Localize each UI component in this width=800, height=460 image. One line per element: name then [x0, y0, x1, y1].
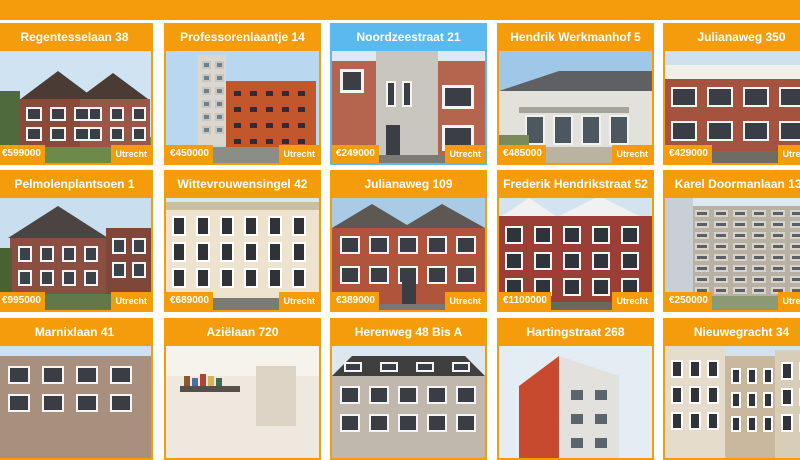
listing-card[interactable]: Hartingstraat 268 [497, 318, 654, 460]
listing-price: €450000 [166, 145, 213, 163]
listing-card[interactable]: Pelmolenplantsoen 1 €995000 Utrecht [0, 170, 153, 312]
listing-card[interactable]: Wittevrouwensingel 42 €689000 Utrecht [164, 170, 321, 312]
listing-photo: €995000 Utrecht [0, 198, 151, 310]
listing-city: Utrecht [279, 292, 319, 310]
listing-card[interactable]: Karel Doormanlaan 130 €250000 Utrecht [663, 170, 800, 312]
listing-address: Aziëlaan 720 [206, 325, 279, 339]
listing-address: Noordzeestraat 21 [356, 30, 461, 44]
listing-address: Professorenlaantje 14 [180, 30, 305, 44]
listing-photo: €599000 Utrecht [0, 51, 151, 163]
listing-city: Utrecht [445, 292, 485, 310]
listing-photo [0, 346, 151, 458]
listing-address: Frederik Hendrikstraat 52 [503, 177, 648, 191]
house-photo-image [166, 346, 319, 458]
listing-address: Julianaweg 109 [364, 177, 453, 191]
house-photo-image [332, 346, 485, 458]
listing-city: Utrecht [612, 292, 652, 310]
listing-card[interactable]: Noordzeestraat 21 €249000 Utrecht [330, 23, 487, 165]
listing-price: €1100000 [499, 292, 551, 310]
listing-photo: €485000 Utrecht [499, 51, 652, 163]
house-photo-image [499, 346, 652, 458]
listing-address: Karel Doormanlaan 130 [674, 177, 800, 191]
listing-address: Marnixlaan 41 [34, 325, 115, 339]
listing-city: Utrecht [612, 145, 652, 163]
listing-card[interactable]: Frederik Hendrikstraat 52 €1100000 Utrech… [497, 170, 654, 312]
listing-price: €249000 [332, 145, 379, 163]
listing-photo: €250000 Utrecht [665, 198, 800, 310]
listing-card[interactable]: Julianaweg 109 €389000 Utrecht [330, 170, 487, 312]
listing-card[interactable]: Professorenlaantje 14 €450000 Utrecht [164, 23, 321, 165]
listing-price: €599000 [0, 145, 45, 163]
listing-photo [332, 346, 485, 458]
listing-card[interactable]: Hendrik Werkmanhof 5 €485000 Utrecht [497, 23, 654, 165]
listing-address: Hartingstraat 268 [526, 325, 625, 339]
listing-city: Utrecht [111, 292, 151, 310]
listing-address: Wittevrouwensingel 42 [177, 177, 308, 191]
listing-city: Utrecht [279, 145, 319, 163]
listing-photo: €450000 Utrecht [166, 51, 319, 163]
listing-photo [166, 346, 319, 458]
listing-card[interactable]: Julianaweg 350 €429000 Utrecht [663, 23, 800, 165]
listing-photo: €429000 Utrecht [665, 51, 800, 163]
listing-photo [499, 346, 652, 458]
listing-photo: €249000 Utrecht [332, 51, 485, 163]
house-photo-image [0, 346, 151, 458]
listing-card[interactable]: Herenweg 48 Bis A [330, 318, 487, 460]
listing-price: €250000 [665, 292, 712, 310]
listing-photo: €389000 Utrecht [332, 198, 485, 310]
listing-price: €429000 [665, 145, 712, 163]
listing-address: Pelmolenplantsoen 1 [14, 177, 135, 191]
listing-photo: €1100000 Utrecht [499, 198, 652, 310]
listing-card[interactable]: Nieuwegracht 34 [663, 318, 800, 460]
listing-grid: Regentesselaan 38 €599000 Utrecht Professo… [0, 0, 800, 460]
listing-city: Utrecht [778, 292, 800, 310]
listing-address: Regentesselaan 38 [20, 30, 129, 44]
listing-price: €485000 [499, 145, 546, 163]
listing-card[interactable]: Marnixlaan 41 [0, 318, 153, 460]
listing-address: Nieuwegracht 34 [693, 325, 790, 339]
listing-city: Utrecht [445, 145, 485, 163]
listing-photo: €689000 Utrecht [166, 198, 319, 310]
listing-address: Julianaweg 350 [697, 30, 786, 44]
listing-price: €995000 [0, 292, 45, 310]
listing-address: Herenweg 48 Bis A [354, 325, 463, 339]
listing-price: €389000 [332, 292, 379, 310]
listing-photo [665, 346, 800, 458]
listing-price: €689000 [166, 292, 213, 310]
listing-city: Utrecht [778, 145, 800, 163]
listing-card[interactable]: Aziëlaan 720 [164, 318, 321, 460]
listing-address: Hendrik Werkmanhof 5 [510, 30, 641, 44]
house-photo-image [665, 346, 800, 458]
listing-card[interactable]: Regentesselaan 38 €599000 Utrecht [0, 23, 153, 165]
listing-city: Utrecht [111, 145, 151, 163]
